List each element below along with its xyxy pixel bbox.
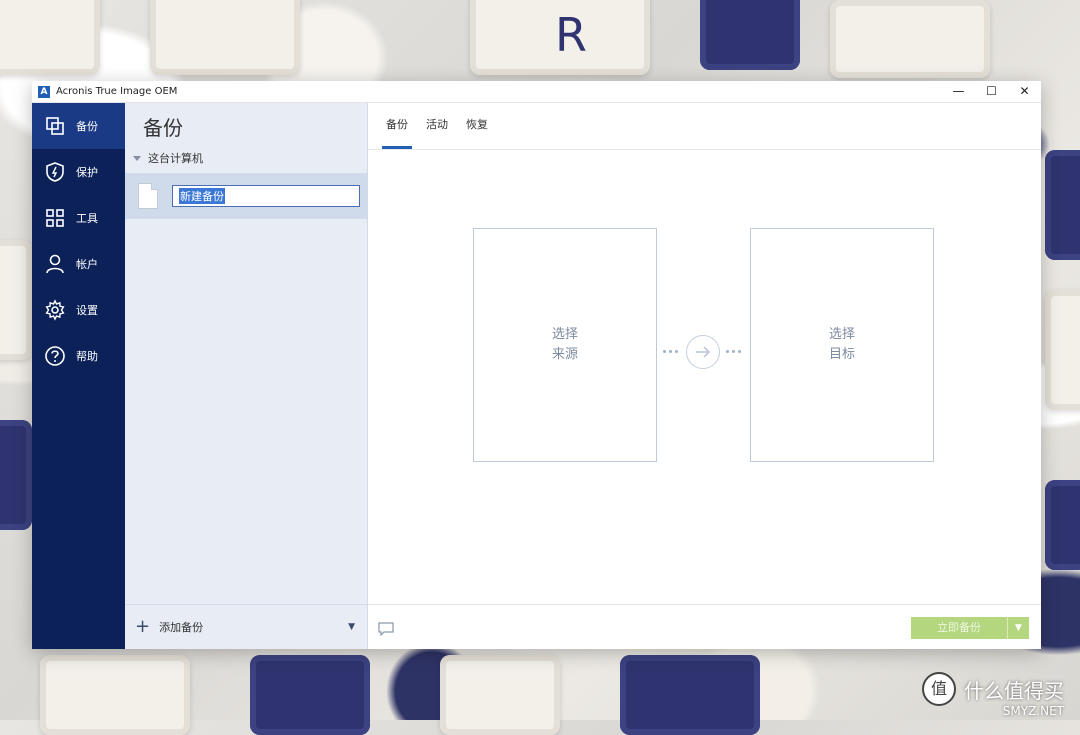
action-bar: 立即备份 ▼ bbox=[368, 604, 1041, 649]
sidebar-item-protection[interactable]: 保护 bbox=[32, 149, 125, 195]
sidebar-item-label: 帮助 bbox=[76, 350, 98, 363]
target-line2: 目标 bbox=[828, 347, 855, 362]
source-line2: 来源 bbox=[551, 347, 578, 362]
arrow-right-icon bbox=[686, 335, 720, 369]
add-backup-bar[interactable]: + 添加备份 ▼ bbox=[125, 604, 367, 649]
watermark-text: 什么值得买 bbox=[964, 678, 1064, 703]
sidebar-item-label: 备份 bbox=[76, 120, 98, 133]
gear-icon bbox=[44, 299, 66, 321]
background-keycap bbox=[1045, 150, 1080, 260]
tools-grid-icon bbox=[44, 207, 66, 229]
backup-canvas: 选择 来源 选择 目标 bbox=[368, 150, 1041, 605]
background-keycap bbox=[250, 655, 370, 735]
background-keycap bbox=[0, 240, 32, 360]
sidebar-item-label: 工具 bbox=[76, 212, 98, 225]
background-keycap bbox=[150, 0, 300, 75]
sidebar-item-label: 保护 bbox=[76, 166, 98, 179]
watermark-logo: 值 bbox=[922, 672, 956, 706]
shield-icon bbox=[44, 161, 66, 183]
add-backup-label: 添加备份 bbox=[159, 621, 204, 634]
target-line1: 选择 bbox=[828, 327, 855, 342]
sidebar-item-tools[interactable]: 工具 bbox=[32, 195, 125, 241]
connector-dots bbox=[726, 350, 741, 353]
background-keycap bbox=[620, 655, 760, 735]
window-controls: — ☐ ✕ bbox=[942, 81, 1041, 102]
account-icon bbox=[44, 253, 66, 275]
background-keycap bbox=[700, 0, 800, 70]
acronis-logo-icon: A bbox=[38, 85, 50, 98]
tab-recovery[interactable]: 恢复 bbox=[462, 116, 492, 149]
backup-list-pane: 备份 这台计算机 新建备份 + 添加备份 ▼ bbox=[125, 103, 368, 649]
close-button[interactable]: ✕ bbox=[1008, 81, 1041, 102]
minimize-button[interactable]: — bbox=[942, 81, 975, 102]
help-icon bbox=[44, 345, 66, 367]
background-keycap bbox=[0, 0, 100, 75]
background-keycap bbox=[40, 655, 190, 735]
background-keycap bbox=[1045, 290, 1080, 410]
source-line1: 选择 bbox=[551, 327, 578, 342]
background-keycap bbox=[1045, 480, 1080, 570]
backup-options-dropdown[interactable]: ▼ bbox=[1007, 617, 1029, 639]
chevron-down-icon[interactable]: ▼ bbox=[348, 622, 355, 632]
watermark-sub: SMYZ.NET bbox=[1002, 704, 1064, 718]
group-label: 这台计算机 bbox=[148, 152, 203, 165]
page-title: 备份 bbox=[143, 115, 183, 140]
tab-bar: 备份 活动 恢复 bbox=[368, 103, 1041, 150]
background-keycap bbox=[830, 0, 990, 78]
watermark: 值 什么值得买 SMYZ.NET bbox=[922, 672, 1064, 718]
file-icon bbox=[138, 183, 158, 209]
sidebar-item-backup[interactable]: 备份 bbox=[32, 103, 125, 149]
tab-backup[interactable]: 备份 bbox=[382, 116, 412, 149]
window-title: Acronis True Image OEM bbox=[56, 86, 178, 97]
backup-list-item[interactable]: 新建备份 bbox=[125, 173, 367, 219]
plus-icon: + bbox=[135, 616, 151, 637]
sidebar-item-label: 设置 bbox=[76, 304, 98, 317]
background-keycap bbox=[440, 655, 560, 735]
backup-icon bbox=[44, 115, 66, 137]
tab-activity[interactable]: 活动 bbox=[422, 116, 452, 149]
sidebar-item-label: 帐户 bbox=[76, 258, 98, 271]
sidebar-item-help[interactable]: 帮助 bbox=[32, 333, 125, 379]
select-source-box[interactable]: 选择 来源 bbox=[473, 228, 657, 462]
title-bar: A Acronis True Image OEM — ☐ ✕ bbox=[32, 81, 1041, 103]
select-target-box[interactable]: 选择 目标 bbox=[750, 228, 934, 462]
background-keycap bbox=[0, 420, 32, 530]
chevron-down-icon bbox=[133, 155, 141, 161]
backup-name-field[interactable]: 新建备份 bbox=[172, 185, 360, 207]
connector-dots bbox=[663, 350, 678, 353]
main-panel: 备份 活动 恢复 选择 来源 选择 目标 立即备份 ▼ bbox=[368, 103, 1041, 649]
selected-name-text: 新建备份 bbox=[179, 188, 225, 204]
background-key-letter: R bbox=[555, 8, 587, 62]
group-this-computer[interactable]: 这台计算机 bbox=[125, 149, 367, 167]
backup-now-button[interactable]: 立即备份 bbox=[911, 617, 1007, 639]
maximize-button[interactable]: ☐ bbox=[975, 81, 1008, 102]
comment-icon[interactable] bbox=[378, 621, 394, 640]
app-window: A Acronis True Image OEM — ☐ ✕ 备份 保护 工具 bbox=[32, 81, 1041, 649]
sidebar-item-settings[interactable]: 设置 bbox=[32, 287, 125, 333]
sidebar: 备份 保护 工具 帐户 设置 帮助 bbox=[32, 103, 125, 649]
sidebar-item-account[interactable]: 帐户 bbox=[32, 241, 125, 287]
